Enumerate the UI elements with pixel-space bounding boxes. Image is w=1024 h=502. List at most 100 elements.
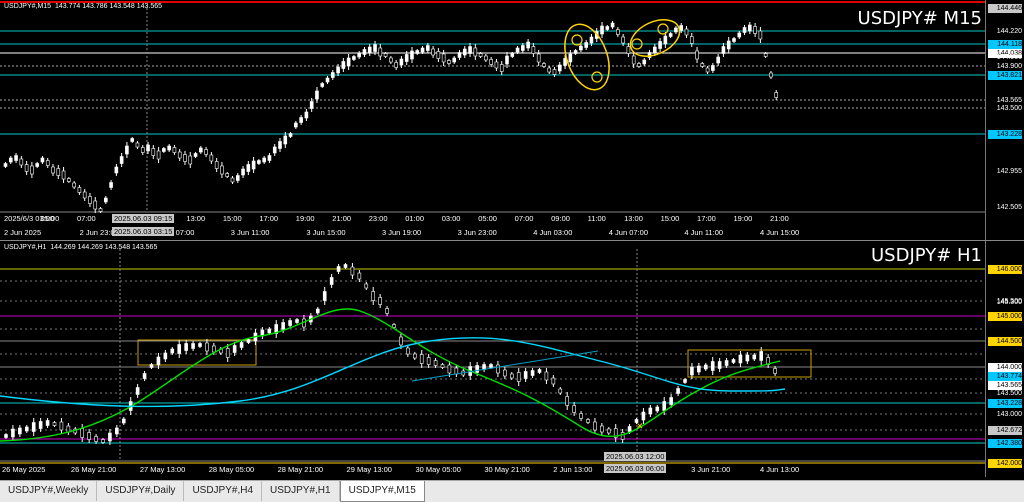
candle-body (98, 208, 103, 212)
time-label: 13:00 (186, 214, 206, 223)
crosshair-time-label: 2025.06.03 06:00 (604, 464, 667, 473)
candle-body (119, 156, 124, 164)
candle-body (521, 45, 525, 51)
m15-chart-panel[interactable]: USDJPY#,M15 143.774 143.786 143.548 143.… (0, 0, 1024, 241)
time-label: 23:00 (368, 214, 388, 223)
candle-body (621, 36, 625, 44)
candle-body (447, 364, 452, 374)
candle-body (88, 196, 92, 204)
candle-body (177, 344, 182, 354)
candle-body (447, 60, 451, 64)
candle-body (710, 361, 715, 371)
candle-body (404, 54, 409, 62)
candle-body (600, 25, 604, 35)
candle-body (586, 419, 590, 423)
h1-price-axis[interactable]: 146.000 145.500 145.300 145.000 144.500 144.0… (985, 241, 1024, 477)
candle-body (683, 379, 687, 383)
candle-body (172, 147, 177, 153)
time-label: 3 Jun 11:00 (230, 228, 270, 237)
tab-h4[interactable]: USDJPY#,H4 (184, 481, 263, 501)
candle-body (35, 163, 39, 167)
crosshair-time-label: 2025.06.03 09:15 (112, 214, 175, 223)
time-label: 4 Jun 13:00 (760, 465, 800, 474)
candle-body (669, 397, 673, 405)
time-label: 15:00 (222, 214, 242, 223)
candle-body (773, 368, 777, 374)
candle-body (108, 432, 112, 442)
price-label: 143.774 (988, 372, 1022, 381)
price-label: 144.220 (996, 28, 1022, 35)
candle-body (329, 277, 334, 285)
candle-body (496, 364, 500, 374)
candle-body (475, 365, 479, 373)
candle-body (191, 343, 195, 349)
candle-body (726, 40, 731, 50)
candle-body (572, 405, 576, 413)
time-label: 01:00 (405, 214, 425, 223)
price-label: 144.000 (988, 363, 1022, 372)
m15-price-axis[interactable]: 144.446 144.220 144.118 144.038 144.000 143.9… (985, 0, 1024, 240)
candle-body (658, 41, 662, 49)
candle-body (489, 59, 493, 65)
candle-body (198, 343, 202, 347)
candle-body (419, 354, 424, 364)
candle-body (336, 66, 340, 74)
candle-body (246, 164, 251, 172)
candle-body (149, 364, 154, 368)
m15-price-chart[interactable] (0, 0, 986, 240)
tab-weekly[interactable]: USDJPY#,Weekly (0, 481, 98, 501)
candle-body (373, 44, 377, 52)
tab-m15[interactable]: USDJPY#,M15 (339, 481, 425, 502)
price-label: 143.500 (996, 390, 1022, 397)
candle-body (731, 359, 736, 363)
time-label: 26 May 2025 (2, 465, 46, 474)
candle-body (267, 328, 272, 334)
candle-body (31, 422, 36, 432)
price-label: 143.900 (996, 63, 1022, 70)
candle-body (19, 158, 24, 166)
candle-body (759, 351, 764, 361)
candle-body (457, 52, 462, 58)
candle-body (742, 27, 747, 33)
crosshair-time-label: 2025.06.03 03:15 (112, 227, 175, 236)
candle-body (515, 47, 520, 53)
candle-body (737, 32, 742, 38)
time-label: 3 Jun 19:00 (382, 228, 422, 237)
h1-price-chart[interactable]: ✕ (0, 241, 986, 477)
candle-body (3, 163, 8, 167)
time-label: 05:00 (40, 214, 60, 223)
candle-body (61, 170, 66, 180)
candle-body (627, 426, 632, 432)
candle-body (462, 48, 467, 56)
candle-body (452, 57, 457, 63)
candle-body (516, 372, 521, 382)
time-label: 4 Jun 07:00 (608, 228, 648, 237)
candle-body (320, 83, 325, 87)
candle-body (24, 164, 29, 172)
candle-body (101, 439, 105, 443)
price-label: 145.000 (988, 312, 1022, 321)
candle-body (94, 436, 98, 442)
candle-body (156, 356, 161, 366)
candle-body (288, 133, 293, 137)
candle-body (530, 370, 535, 376)
candle-body (378, 47, 383, 57)
h1-chart-panel[interactable]: ✕ USDJPY#,H1 144.269 144.269 143.548 143… (0, 241, 1024, 477)
tab-h1[interactable]: USDJPY#,H1 (262, 481, 340, 501)
candle-body (620, 432, 625, 440)
candle-body (170, 348, 175, 354)
candle-body (473, 47, 478, 57)
candle-body (745, 354, 750, 362)
candle-body (536, 53, 541, 63)
price-label: 144.500 (988, 337, 1022, 346)
candle-body (294, 122, 298, 128)
candle-body (103, 197, 108, 203)
candle-body (77, 187, 82, 193)
candle-body (389, 57, 393, 63)
candle-body (121, 418, 126, 424)
candle-body (394, 62, 398, 68)
price-label: 142.955 (996, 168, 1022, 175)
tab-daily[interactable]: USDJPY#,Daily (97, 481, 185, 501)
time-label: 21:00 (332, 214, 352, 223)
candle-body (4, 434, 8, 438)
